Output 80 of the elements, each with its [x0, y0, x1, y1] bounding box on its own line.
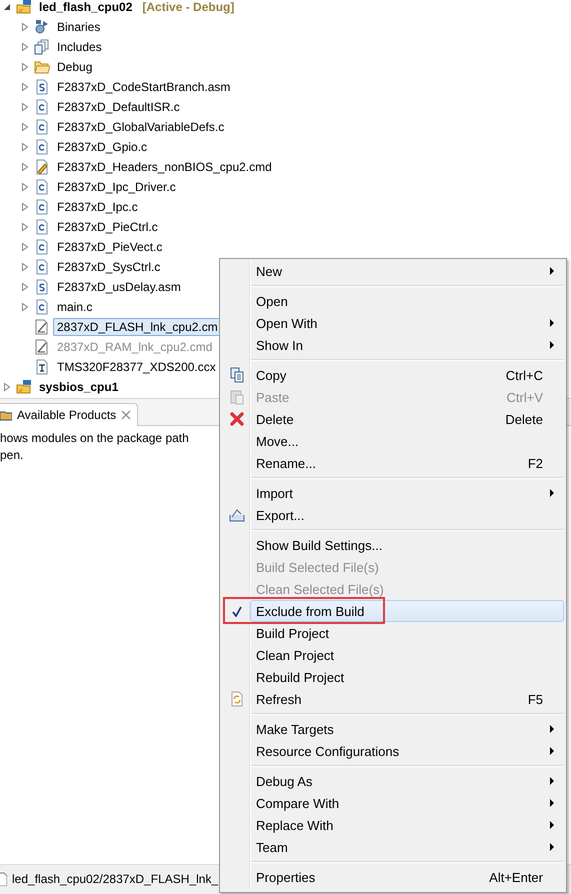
menu-item[interactable]: Resource Configurations	[222, 740, 564, 762]
project-folder-icon	[16, 0, 32, 15]
tree-item[interactable]: F2837xD_PieVect.c	[53, 238, 166, 256]
copy-icon	[229, 367, 245, 383]
c-file-icon	[34, 119, 50, 135]
shortcut-text: F5	[528, 692, 543, 706]
close-button[interactable]	[121, 410, 132, 420]
shortcut-text: Ctrl+C	[506, 368, 543, 382]
tree-item[interactable]: Debug	[53, 58, 96, 76]
menu-item[interactable]: Properties Alt+Enter	[222, 866, 564, 888]
c-file-icon	[34, 299, 50, 315]
config-file-icon	[34, 359, 50, 375]
tree-item[interactable]: F2837xD_Headers_nonBIOS_cpu2.cmd	[53, 158, 276, 176]
project-status: [Active - Debug]	[142, 0, 234, 14]
menu-item[interactable]: Move...	[222, 430, 564, 452]
tree-item[interactable]: F2837xD_Ipc.c	[53, 198, 142, 216]
menu-item[interactable]: Import	[222, 482, 564, 504]
c-file-icon	[34, 219, 50, 235]
c-file-icon	[34, 179, 50, 195]
c-file-icon	[34, 199, 50, 215]
tree-item[interactable]: F2837xD_usDelay.asm	[53, 278, 185, 296]
command-file-icon	[34, 159, 50, 175]
tree-item[interactable]: F2837xD_Ipc_Driver.c	[53, 178, 180, 196]
menu-item[interactable]: Replace With	[222, 814, 564, 836]
folder-icon	[34, 59, 50, 75]
shortcut-text: Alt+Enter	[489, 870, 543, 884]
tree-item[interactable]: led_flash_cpu02	[35, 0, 136, 16]
delete-icon	[229, 411, 245, 427]
menu-item[interactable]: Team	[222, 836, 564, 858]
menu-item[interactable]: Copy Ctrl+C	[222, 364, 564, 386]
menu-item[interactable]: Refresh F5	[222, 688, 564, 710]
menu-item[interactable]: Rename... F2	[222, 452, 564, 474]
refresh-icon	[229, 691, 245, 707]
menu-item[interactable]: Debug As	[222, 770, 564, 792]
menu-item[interactable]: Make Targets	[222, 718, 564, 740]
tree-item[interactable]: F2837xD_CodeStartBranch.asm	[53, 78, 234, 96]
menu-item[interactable]: Delete Delete	[222, 408, 564, 430]
menu-item[interactable]: New	[222, 260, 564, 282]
view-description: hows modules on the package path	[0, 430, 189, 447]
view-description: pen.	[0, 447, 24, 464]
menu-item[interactable]: Clean Project	[222, 644, 564, 666]
c-file-icon	[34, 239, 50, 255]
menu-item[interactable]: Compare With	[222, 792, 564, 814]
view-tab[interactable]: Available Products	[0, 403, 138, 426]
asm-file-icon	[34, 79, 50, 95]
menu-item[interactable]: Export...	[222, 504, 564, 526]
menu-item[interactable]: Show Build Settings...	[222, 534, 564, 556]
tree-item[interactable]: TMS320F28377_XDS200.ccx	[53, 358, 220, 376]
menu-item[interactable]: Open With	[222, 312, 564, 334]
tree-item[interactable]: F2837xD_Gpio.c	[53, 138, 152, 156]
status-text: led_flash_cpu02/2837xD_FLASH_lnk_	[12, 872, 218, 886]
tree-item[interactable]: F2837xD_DefaultISR.c	[53, 98, 184, 116]
c-file-icon	[34, 139, 50, 155]
file-icon	[0, 872, 7, 886]
asm-file-icon	[34, 279, 50, 295]
c-file-icon	[34, 99, 50, 115]
tree-item[interactable]: F2837xD_SysCtrl.c	[53, 258, 164, 276]
paste-icon	[229, 389, 245, 405]
binary-icon	[34, 19, 50, 35]
shortcut-text: F2	[528, 456, 543, 470]
menu-item[interactable]: Open	[222, 290, 564, 312]
menu-item[interactable]: Build Project	[222, 622, 564, 644]
linker-file-icon	[34, 339, 50, 355]
menu-item[interactable]: Show In	[222, 334, 564, 356]
linker-file-icon	[34, 319, 50, 335]
tree-item[interactable]: F2837xD_PieCtrl.c	[53, 218, 162, 236]
shortcut-text: Delete	[505, 412, 543, 426]
export-icon	[229, 507, 245, 523]
tree-item[interactable]: 2837xD_FLASH_lnk_cpu2.cm	[53, 318, 222, 336]
tree-item[interactable]: sysbios_cpu1	[35, 378, 122, 396]
c-file-icon	[34, 259, 50, 275]
tree-item[interactable]: Binaries	[53, 18, 104, 36]
project-folder-icon	[16, 379, 32, 395]
tree-item[interactable]: main.c	[53, 298, 96, 316]
tree-item[interactable]: Includes	[53, 38, 106, 56]
package-icon	[0, 409, 12, 421]
menu-item[interactable]: Rebuild Project	[222, 666, 564, 688]
shortcut-text: Ctrl+V	[506, 390, 543, 404]
library-icon	[34, 39, 50, 55]
tree-item[interactable]: F2837xD_GlobalVariableDefs.c	[53, 118, 228, 136]
